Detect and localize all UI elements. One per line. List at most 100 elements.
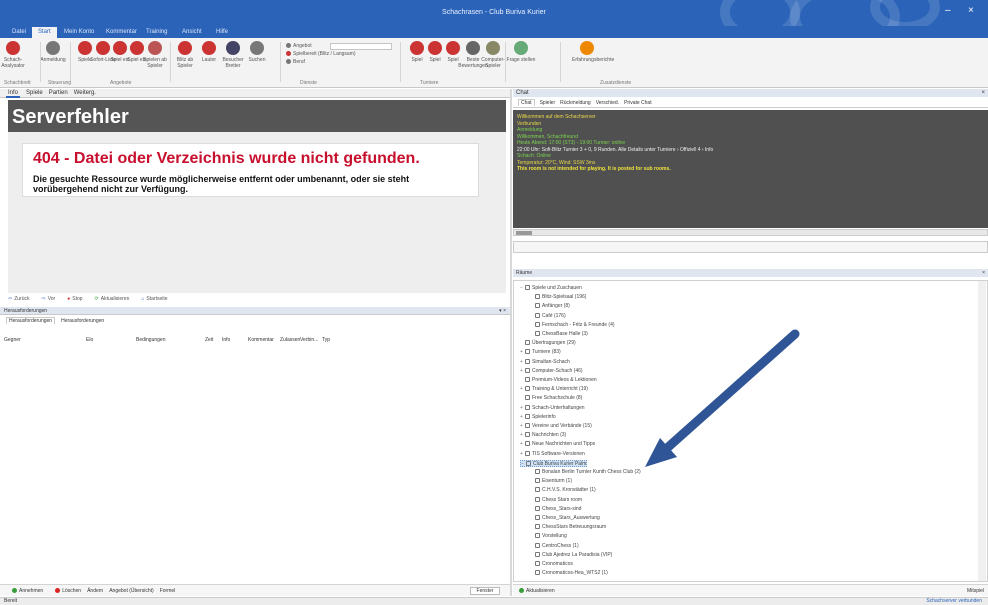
ribbon-tab[interactable]: Training [140,27,173,38]
tree-item-label: Chess Stars room [542,496,583,503]
tree-item[interactable]: Cronomaticos-Hea_WTS2 (1) [530,570,608,577]
ribbon-tab[interactable]: Hilfe [210,27,234,38]
tree-item[interactable]: ChessStars Betreuungsraum [530,524,606,531]
ribbon-tab[interactable]: Datei [6,27,32,38]
column-header[interactable]: Bedingungen [136,336,165,345]
column-header[interactable]: Info [222,336,230,345]
tree-item[interactable]: Übertragungen (29) [520,340,576,347]
tree-item[interactable]: Bonalan Berlin Turnier Kunth Chess Club … [530,469,641,476]
challenges-tab[interactable]: Herausforderungen [61,318,104,324]
challenges-tab[interactable]: Herausforderungen [6,317,56,324]
tree-item[interactable]: Cronomaticos [530,561,573,568]
ribbon-search-input[interactable] [330,43,392,50]
minimize-icon[interactable]: – [945,6,951,16]
chat-scrollbar[interactable] [513,229,988,236]
tree-item[interactable]: Club Ajedrez La Paradisia (VIP) [530,551,612,559]
ribbon-small-option[interactable]: Beruf [286,59,305,65]
tree-item[interactable]: + Neue Nachrichten und Tipps [520,441,595,448]
column-header[interactable]: Zulassen [280,336,300,345]
tree-item[interactable]: Café (176) [530,312,566,320]
browser-nav-stop[interactable]: ● Stop [67,296,88,302]
ribbon-small-option[interactable]: Spielbereit (Blitz / Langsam) [286,51,356,57]
left-tab[interactable]: Weiterg. [74,90,96,96]
tree-item[interactable]: Chess Stars room [530,496,583,504]
tree-item[interactable]: + Vereine und Verbände (15) [520,423,592,430]
tree-item[interactable]: − Spiele und Zuschauen [520,285,582,292]
scroll-thumb[interactable] [516,231,532,235]
tree-item[interactable]: Anfänger (8) [530,303,570,310]
column-header[interactable]: Verbin... [300,336,318,345]
column-header[interactable]: Kommentar [248,336,274,345]
left-tab[interactable]: Info [6,90,21,98]
column-header[interactable]: Elo [86,336,93,345]
tree-item[interactable]: Free Schachschule (8) [520,395,582,402]
splitter[interactable] [510,89,512,596]
chat-tab[interactable]: Rückmeldung [560,100,591,106]
tree-item[interactable]: + Schach-Unterhaltungen [520,404,585,412]
tree-item[interactable]: Blitz-Spielsaal (196) [530,294,586,301]
tree-item[interactable]: − Club Buriva Kurier Palm [520,459,588,467]
chat-tab[interactable]: Private Chat [624,100,652,106]
tree-item[interactable]: Chess_Stars_Auswertung [530,515,600,522]
room-icon [535,524,540,530]
tree-item[interactable]: CentroChess (1) [530,542,579,550]
ribbon-tab[interactable]: Ansicht [176,27,208,38]
ribbon-button[interactable]: Computer-Spieler [478,41,508,69]
toolbar-button[interactable]: Angebot (Übersicht) [109,588,153,594]
column-header[interactable]: Zeit [205,336,213,345]
ribbon-button-icon [514,41,528,55]
tree-item[interactable]: + Simultan-Schach [520,358,570,366]
tree-item[interactable]: + Computer-Schach (46) [520,367,583,375]
tree-item[interactable]: + Training & Unterricht (19) [520,386,588,393]
ribbon-tab[interactable]: Mein Konto [58,27,100,38]
left-tab[interactable]: Spiele [26,90,43,96]
tree-scrollbar[interactable] [978,281,986,581]
tree-item[interactable]: Fernschach - Fritz & Freunde (4) [530,321,615,329]
tree-item-label: Turniere (83) [532,349,561,356]
close-icon[interactable]: × [968,6,974,16]
tree-item[interactable]: Vorstellung [530,533,567,540]
ribbon-group-label: Schachbrett [4,80,31,86]
column-header[interactable]: Gegner [4,336,21,345]
ribbon-button[interactable]: Suchen [242,41,272,63]
room-icon [535,321,540,327]
browser-nav-back[interactable]: ⇦ Zurück [8,296,35,302]
tree-item[interactable]: ChessBase Halle (3) [530,331,588,338]
rooms-toolbar-right[interactable]: Mitspiel [967,585,984,597]
chat-input[interactable] [513,241,988,253]
ribbon-button[interactable]: Erfahrungsberichte [572,41,614,63]
chat-tab[interactable]: Chat [518,99,535,106]
tree-item[interactable]: Eisenturm (1) [530,478,572,485]
ribbon-button[interactable]: Frage stellen [506,41,536,63]
tree-item[interactable]: Chess_Stars-sind [530,505,581,513]
toolbar-label: Formel [159,588,176,594]
left-tab[interactable]: Partien [49,90,68,96]
tree-item[interactable]: C.H.V.S. Kronstädter (1) [530,487,596,494]
toolbar-button[interactable]: Annehmen [6,588,43,594]
chat-tab[interactable]: Spieler [540,100,556,106]
ribbon-button[interactable]: Anmeldung [38,41,68,63]
browser-nav-home[interactable]: ⌂ Startseite [141,296,173,302]
tree-item[interactable]: Premium-Videos & Lektionen [520,377,597,384]
browser-nav-refresh[interactable]: ⟳ Aktualisieren [95,296,136,302]
tree-item[interactable]: + Spielerinfo [520,413,556,421]
ribbon-button[interactable]: Spielen ab Spieler [140,41,170,69]
tree-item[interactable]: + Turniere (83) [520,349,561,356]
toolbar-button[interactable]: Ändern [87,588,103,594]
ribbon-tab[interactable]: Start [32,27,57,38]
ribbon-tab[interactable]: Kommentar [100,27,143,38]
rooms-close-icon[interactable]: × [982,269,985,277]
toolbar-button[interactable]: Löschen [49,588,81,594]
column-header[interactable]: Typ [322,336,330,345]
toolbar-button[interactable]: Formel [160,588,176,594]
ribbon-small-option[interactable]: Angebot [286,43,312,49]
fenster-button[interactable]: Fenster [470,587,500,595]
tree-item[interactable]: + Nachrichten (3) [520,432,566,439]
panel-close-icon[interactable]: ▾ × [499,307,506,315]
tree-item[interactable]: + TIS Software-Versionen [520,450,585,458]
chat-tab[interactable]: Verschied. [596,100,619,106]
browser-nav-forward[interactable]: ⇨ Vor [41,296,61,302]
ribbon-button[interactable]: Schach-Analysator [0,41,28,69]
chat-close-icon[interactable]: × [981,89,985,97]
refresh-button[interactable]: Aktualisieren [519,588,555,594]
